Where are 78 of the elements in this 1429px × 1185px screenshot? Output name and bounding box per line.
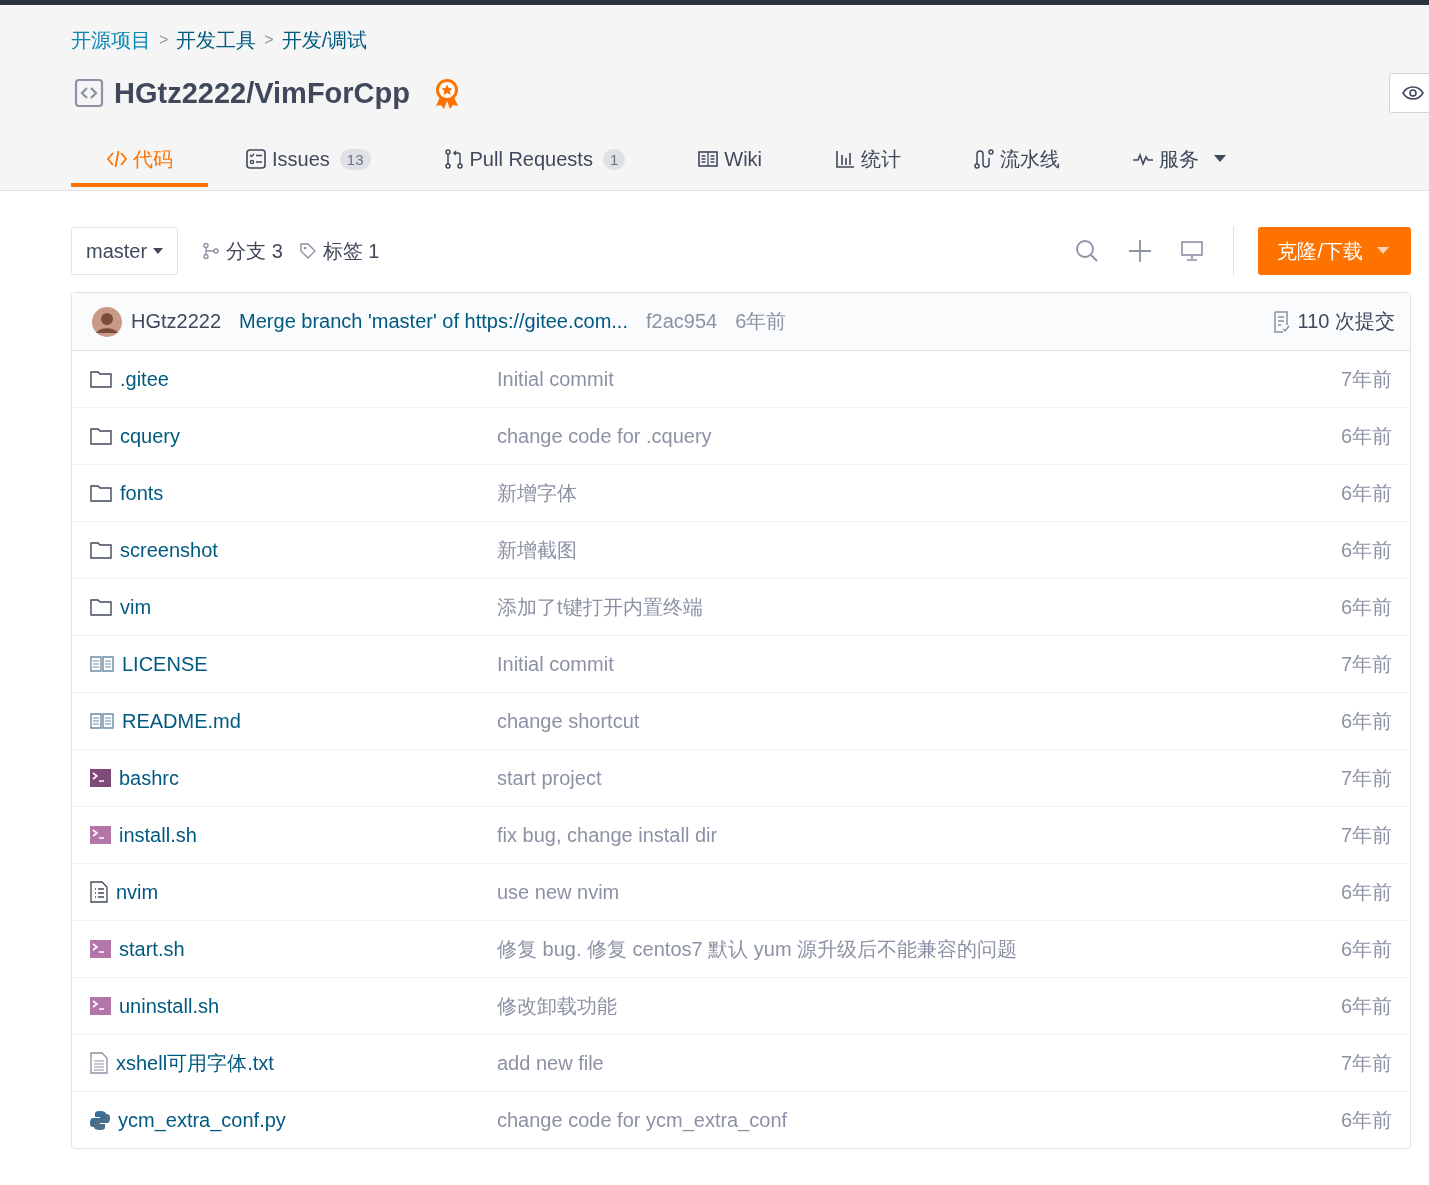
file-commit-time: 6年前 [1340, 594, 1392, 620]
breadcrumb-separator: > [159, 31, 169, 49]
list-file-icon [90, 881, 108, 903]
book-icon [90, 656, 114, 672]
commit-message-link[interactable]: Merge branch 'master' of https://gitee.com... [239, 310, 628, 333]
folder-icon [90, 370, 112, 388]
file-commit-time: 6年前 [1340, 423, 1392, 449]
file-commit-time: 7年前 [1340, 366, 1392, 392]
file-commit-time: 7年前 [1340, 822, 1392, 848]
file-commit-time: 6年前 [1340, 993, 1392, 1019]
file-name-link[interactable]: screenshot [120, 538, 218, 562]
book-icon [697, 148, 720, 170]
file-commit-time: 6年前 [1340, 537, 1392, 563]
checklist-icon [245, 148, 267, 170]
nav-tab[interactable]: 统计 [799, 135, 936, 187]
plus-icon[interactable] [1129, 240, 1152, 262]
file-name-link[interactable]: ycm_extra_conf.py [118, 1108, 286, 1132]
file-name-link[interactable]: start.sh [119, 937, 185, 961]
folder-icon [90, 484, 112, 502]
tags-link[interactable]: 标签 1 [298, 237, 380, 265]
caret-icon [1377, 247, 1389, 255]
file-commit-time: 7年前 [1340, 651, 1392, 677]
terminal-icon [90, 826, 111, 844]
eye-icon [1402, 86, 1424, 100]
file-commit-time: 6年前 [1340, 708, 1392, 734]
text-file-icon [90, 1052, 108, 1074]
python-icon [90, 1109, 110, 1131]
terminal-icon [90, 940, 111, 958]
pipeline-icon [973, 148, 995, 170]
file-commit-time: 6年前 [1340, 936, 1392, 962]
file-name-link[interactable]: fonts [120, 481, 164, 505]
file-name-link[interactable]: uninstall.sh [119, 994, 220, 1018]
file-name-link[interactable]: .gitee [120, 367, 169, 391]
breadcrumb-link[interactable]: 开发工具 [176, 26, 257, 54]
file-name-link[interactable]: bashrc [119, 766, 180, 790]
folder-icon [90, 598, 112, 616]
file-commit-time: 7年前 [1340, 1050, 1392, 1076]
breadcrumb-separator: > [264, 31, 274, 49]
commit-author[interactable]: HGtz2222 [131, 310, 222, 333]
code-icon [106, 148, 128, 170]
file-name-link[interactable]: xshell可用字体.txt [116, 1049, 274, 1077]
nav-tab[interactable]: Pull Requests 1 [407, 135, 661, 187]
caret-icon [153, 248, 164, 254]
pull-request-icon [442, 148, 465, 170]
book-icon [90, 713, 114, 729]
nav-tab[interactable]: 服务 [1097, 135, 1261, 187]
tag-icon [298, 242, 317, 260]
branch-select[interactable]: master [71, 227, 179, 275]
folder-icon [90, 541, 112, 559]
folder-icon [90, 427, 112, 445]
commits-count-link[interactable]: 110 次提交 [1271, 308, 1395, 335]
breadcrumb-link[interactable]: 开发/调试 [281, 26, 368, 54]
branches-link[interactable]: 分支 3 [202, 237, 283, 265]
file-commit-time: 6年前 [1340, 1107, 1392, 1133]
code-repo-icon [74, 78, 104, 108]
terminal-icon [90, 769, 111, 787]
avatar[interactable] [92, 306, 122, 337]
nav-tab[interactable]: Wiki [662, 135, 797, 187]
search-icon[interactable] [1075, 239, 1100, 263]
monitor-icon[interactable] [1181, 241, 1204, 261]
file-name-link[interactable]: README.md [122, 709, 241, 733]
nav-tab[interactable]: Issues 13 [210, 135, 406, 187]
branch-icon [202, 242, 221, 260]
file-name-link[interactable]: cquery [120, 424, 181, 448]
file-name-link[interactable]: install.sh [119, 823, 197, 847]
file-name-link[interactable]: LICENSE [122, 652, 208, 676]
file-commit-time: 6年前 [1340, 879, 1392, 905]
file-name-link[interactable]: vim [120, 595, 152, 619]
repo-title: HGtz2222/VimForCpp [114, 76, 410, 110]
file-commit-time: 7年前 [1340, 765, 1392, 791]
file-name-link[interactable]: nvim [116, 880, 159, 904]
commit-log-icon [1271, 310, 1292, 333]
nav-tab[interactable]: 流水线 [938, 135, 1095, 187]
breadcrumb-link[interactable]: 开源项目 [71, 26, 151, 54]
terminal-icon [90, 997, 111, 1015]
commit-time: 6年前 [735, 309, 787, 334]
bar-chart-icon [834, 148, 856, 170]
file-commit-time: 6年前 [1340, 480, 1392, 506]
